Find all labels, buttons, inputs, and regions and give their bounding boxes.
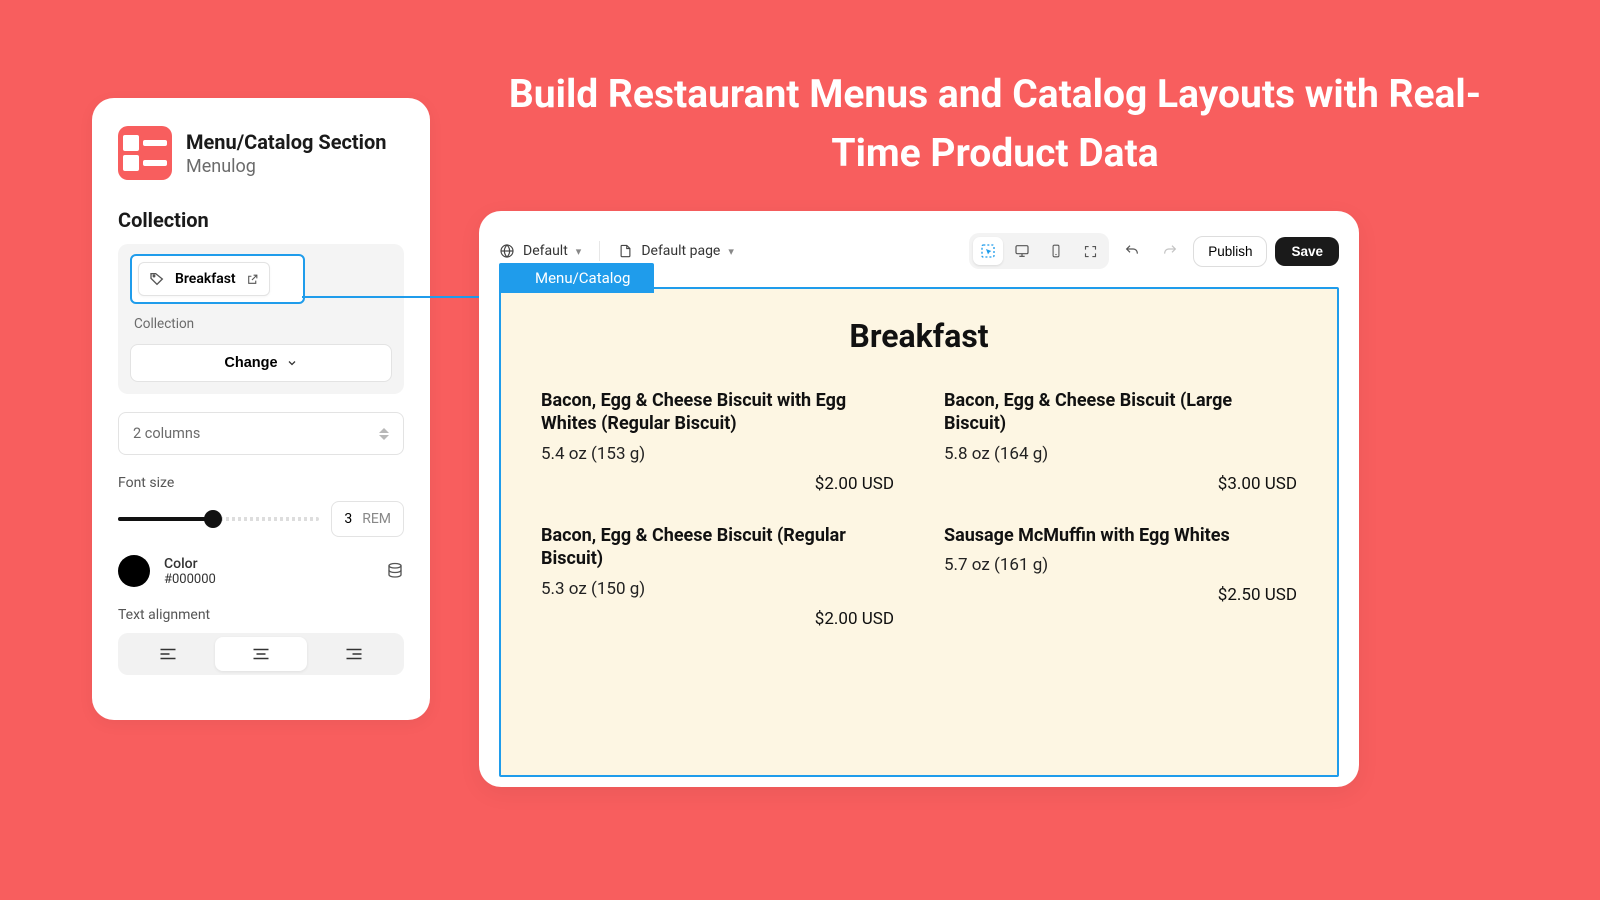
mobile-preview-button[interactable] <box>1041 237 1071 265</box>
redo-button[interactable] <box>1155 237 1185 265</box>
chevron-down-icon: ▾ <box>576 245 582 258</box>
font-size-slider[interactable] <box>118 510 319 528</box>
collection-section-label: Collection <box>118 208 404 232</box>
menu-item-name: Bacon, Egg & Cheese Biscuit with Egg Whi… <box>541 389 894 436</box>
theme-selector[interactable]: Default ▾ <box>499 243 581 259</box>
color-value: #000000 <box>164 572 216 587</box>
color-picker-row[interactable]: Color #000000 <box>118 555 404 587</box>
fullscreen-button[interactable] <box>1075 237 1105 265</box>
stepper-arrows-icon <box>379 428 389 440</box>
align-center-button[interactable] <box>215 637 308 671</box>
menu-item-sub: 5.4 oz (153 g) <box>541 444 894 464</box>
settings-panel: Menu/Catalog Section Menulog Collection … <box>92 98 430 720</box>
menu-item-price: $2.00 USD <box>541 609 894 629</box>
chevron-down-icon <box>286 357 298 369</box>
external-link-icon <box>246 273 259 286</box>
database-icon <box>386 562 404 580</box>
marketing-headline: Build Restaurant Menus and Catalog Layou… <box>490 65 1500 182</box>
menu-item-sub: 5.7 oz (161 g) <box>944 555 1297 575</box>
preview-window: Default ▾ Default page ▾ <box>479 211 1359 787</box>
color-label: Color <box>164 556 216 572</box>
font-size-output: 3 REM <box>331 501 404 537</box>
collection-caption: Collection <box>130 314 392 344</box>
menu-item: Bacon, Egg & Cheese Biscuit (Regular Bis… <box>541 524 894 629</box>
collection-chip-label: Breakfast <box>175 271 236 287</box>
align-left-button[interactable] <box>122 637 215 671</box>
menu-item: Bacon, Egg & Cheese Biscuit with Egg Whi… <box>541 389 894 494</box>
text-alignment-segmented <box>118 633 404 675</box>
menu-item: Sausage McMuffin with Egg Whites 5.7 oz … <box>944 524 1297 629</box>
panel-title: Menu/Catalog Section <box>186 130 386 154</box>
text-alignment-label: Text alignment <box>118 607 404 623</box>
app-icon <box>118 126 172 180</box>
desktop-preview-button[interactable] <box>1007 237 1037 265</box>
menu-title: Breakfast <box>541 317 1297 355</box>
menu-item-name: Bacon, Egg & Cheese Biscuit (Large Biscu… <box>944 389 1297 436</box>
columns-stepper[interactable]: 2 columns <box>118 412 404 455</box>
chevron-down-icon: ▾ <box>728 245 734 258</box>
font-size-label: Font size <box>118 475 404 491</box>
undo-button[interactable] <box>1117 237 1147 265</box>
panel-subtitle: Menulog <box>186 156 386 177</box>
columns-value: 2 columns <box>133 425 200 442</box>
color-swatch <box>118 555 150 587</box>
collection-box: Breakfast Collection Change <box>118 244 404 394</box>
menu-item-name: Bacon, Egg & Cheese Biscuit (Regular Bis… <box>541 524 894 571</box>
menu-item-price: $3.00 USD <box>944 474 1297 494</box>
publish-button[interactable]: Publish <box>1193 236 1267 267</box>
menu-item-sub: 5.8 oz (164 g) <box>944 444 1297 464</box>
tag-icon <box>149 271 165 287</box>
menu-item-price: $2.50 USD <box>944 585 1297 605</box>
globe-icon <box>499 243 515 259</box>
preview-canvas: Menu/Catalog Breakfast Bacon, Egg & Chee… <box>499 287 1339 777</box>
change-collection-button[interactable]: Change <box>130 344 392 382</box>
menu-item-sub: 5.3 oz (150 g) <box>541 579 894 599</box>
inspect-button[interactable] <box>973 237 1003 265</box>
menu-item: Bacon, Egg & Cheese Biscuit (Large Biscu… <box>944 389 1297 494</box>
canvas-section-tab[interactable]: Menu/Catalog <box>499 263 654 293</box>
save-button[interactable]: Save <box>1275 237 1339 266</box>
align-right-button[interactable] <box>307 637 400 671</box>
menu-item-name: Sausage McMuffin with Egg Whites <box>944 524 1297 547</box>
page-icon <box>618 243 633 259</box>
device-preview-group <box>969 233 1109 269</box>
menu-item-price: $2.00 USD <box>541 474 894 494</box>
page-selector[interactable]: Default page ▾ <box>618 243 734 259</box>
collection-chip-selected[interactable]: Breakfast <box>130 254 305 304</box>
